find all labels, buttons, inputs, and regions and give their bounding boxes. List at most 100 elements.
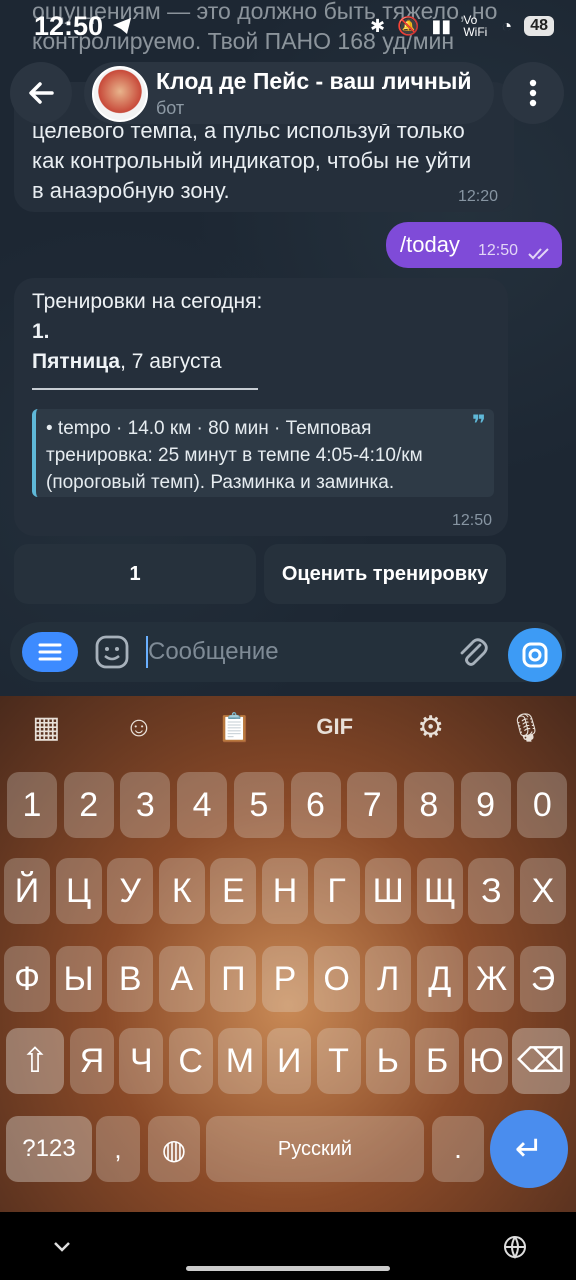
key-letter[interactable]: Ч — [119, 1028, 164, 1094]
keyboard-toolbar: ▦ ☺ 📋 GIF ⚙ 🎙 — [0, 696, 576, 758]
attach-icon[interactable] — [456, 636, 490, 670]
menu-icon — [38, 643, 62, 661]
comma-key[interactable]: , — [96, 1116, 140, 1182]
backspace-key[interactable]: ⌫ — [512, 1028, 570, 1094]
wifi-icon: ◔ — [501, 15, 513, 36]
key-letter[interactable]: С — [168, 1028, 213, 1094]
key-letter[interactable]: Х — [520, 858, 566, 924]
key-letter[interactable]: У — [107, 858, 154, 924]
workout-quote: • tempo · 14.0 км · 80 мин · Темповая тр… — [32, 409, 494, 497]
message-bubble-workout[interactable]: Тренировки на сегодня: 1. Пятница, 7 авг… — [14, 278, 508, 536]
globe-icon[interactable] — [502, 1234, 528, 1260]
key-letter[interactable]: Щ — [416, 858, 463, 924]
sticker-keyboard-icon[interactable]: ☺ — [125, 711, 154, 743]
key-letter[interactable]: Й — [4, 858, 50, 924]
key-5[interactable]: 5 — [233, 772, 284, 838]
arrow-left-icon — [29, 82, 54, 104]
chat-title-pill[interactable]: Клод де Пейс - ваш личный бот — [84, 62, 494, 124]
mute-icon: 🔕 — [397, 15, 420, 36]
key-letter[interactable]: Р — [262, 946, 308, 1012]
chevron-down-icon[interactable] — [52, 1240, 72, 1254]
key-letter[interactable]: Т — [316, 1028, 361, 1094]
key-letter[interactable]: К — [158, 858, 205, 924]
key-letter[interactable]: Е — [210, 858, 257, 924]
message-input[interactable]: Сообщение — [148, 638, 279, 666]
period-key[interactable]: . — [432, 1116, 484, 1182]
gif-button[interactable]: GIF — [316, 714, 353, 740]
status-time: 12:50 — [34, 10, 104, 41]
key-letter[interactable]: Л — [365, 946, 412, 1012]
message-text: целевого темпа, а пульс используй только… — [32, 118, 472, 203]
telegram-icon — [113, 18, 132, 34]
key-letter[interactable]: Ш — [365, 858, 412, 924]
quote-icon: ❞ — [471, 411, 486, 438]
key-letter[interactable]: И — [267, 1028, 312, 1094]
message-input-bar: Сообщение — [10, 622, 566, 682]
message-line-date: Пятница, 7 августа — [32, 350, 222, 374]
chat-subtitle: бот — [156, 98, 185, 118]
microphone-icon[interactable]: 🎙 — [508, 711, 544, 744]
status-bar: 12:50 ✱ 🔕 ▮▮ Vo WiFi ◔ 48 — [0, 0, 576, 52]
key-letter[interactable]: Ь — [365, 1028, 410, 1094]
key-letter[interactable]: Ц — [55, 858, 102, 924]
message-bubble-outgoing[interactable]: /today 12:50 — [386, 222, 562, 268]
message-time: 12:50 — [451, 512, 492, 529]
more-vertical-icon — [529, 79, 537, 107]
key-0[interactable]: 0 — [517, 772, 568, 838]
workout-quote-text: • tempo · 14.0 км · 80 мин · Темповая тр… — [46, 418, 423, 493]
back-button[interactable] — [10, 62, 72, 124]
camera-button[interactable] — [508, 628, 562, 682]
enter-key[interactable]: ↵ — [490, 1110, 568, 1188]
key-letter[interactable]: О — [313, 946, 360, 1012]
key-letter[interactable]: Я — [70, 1028, 114, 1094]
key-letter[interactable]: П — [210, 946, 257, 1012]
message-time: 12:20 — [457, 188, 498, 205]
battery-indicator: 48 — [524, 16, 554, 36]
apps-grid-icon[interactable]: ▦ — [32, 710, 60, 745]
shift-key[interactable]: ⇧ — [6, 1028, 64, 1094]
chat-header: Клод де Пейс - ваш личный бот — [10, 60, 566, 128]
navigation-bar — [0, 1212, 576, 1280]
key-letter[interactable]: Д — [416, 946, 463, 1012]
rate-workout-button[interactable]: Оценить тренировку — [264, 544, 506, 604]
key-1[interactable]: 1 — [7, 772, 57, 838]
home-handle[interactable] — [186, 1266, 390, 1271]
key-8[interactable]: 8 — [403, 772, 454, 838]
chat-title: Клод де Пейс - ваш личный — [156, 68, 472, 94]
keyboard: ▦ ☺ 📋 GIF ⚙ 🎙 1234567890 ЙЦУКЕНГШЩЗХ ФЫВАП… — [0, 696, 576, 1212]
key-letter[interactable]: В — [107, 946, 154, 1012]
key-letter[interactable]: Н — [262, 858, 308, 924]
key-letter[interactable]: А — [158, 946, 205, 1012]
inline-button-1[interactable]: 1 — [14, 544, 256, 604]
space-key[interactable]: Русский — [206, 1116, 424, 1182]
divider — [32, 388, 258, 390]
sticker-icon[interactable] — [94, 634, 130, 670]
key-4[interactable]: 4 — [177, 772, 228, 838]
key-letter[interactable]: Ю — [464, 1028, 509, 1094]
key-letter[interactable]: Ж — [468, 946, 515, 1012]
key-letter[interactable]: Э — [520, 946, 566, 1012]
key-letter[interactable]: Г — [313, 858, 360, 924]
avatar[interactable] — [92, 66, 148, 122]
key-2[interactable]: 2 — [63, 772, 114, 838]
key-9[interactable]: 9 — [460, 772, 511, 838]
more-menu-button[interactable] — [502, 62, 564, 124]
message-line-title: Тренировки на сегодня: — [32, 290, 263, 313]
message-line-number: 1. — [32, 320, 50, 343]
language-globe-key[interactable]: ◍ — [148, 1116, 200, 1182]
symbols-key[interactable]: ?123 — [6, 1116, 92, 1182]
key-letter[interactable]: З — [468, 858, 515, 924]
bluetooth-icon: ✱ — [370, 15, 386, 36]
clipboard-icon[interactable]: 📋 — [217, 711, 252, 744]
bot-menu-button[interactable] — [22, 632, 78, 672]
key-letter[interactable]: Ф — [4, 946, 50, 1012]
message-text: /today — [400, 232, 460, 257]
key-letter[interactable]: Ы — [55, 946, 102, 1012]
key-7[interactable]: 7 — [347, 772, 398, 838]
key-letter[interactable]: М — [217, 1028, 262, 1094]
key-letter[interactable]: Б — [415, 1028, 460, 1094]
signal-icon: ▮▮ — [431, 15, 452, 36]
settings-gear-icon[interactable]: ⚙ — [417, 710, 444, 745]
key-3[interactable]: 3 — [120, 772, 171, 838]
key-6[interactable]: 6 — [290, 772, 341, 838]
